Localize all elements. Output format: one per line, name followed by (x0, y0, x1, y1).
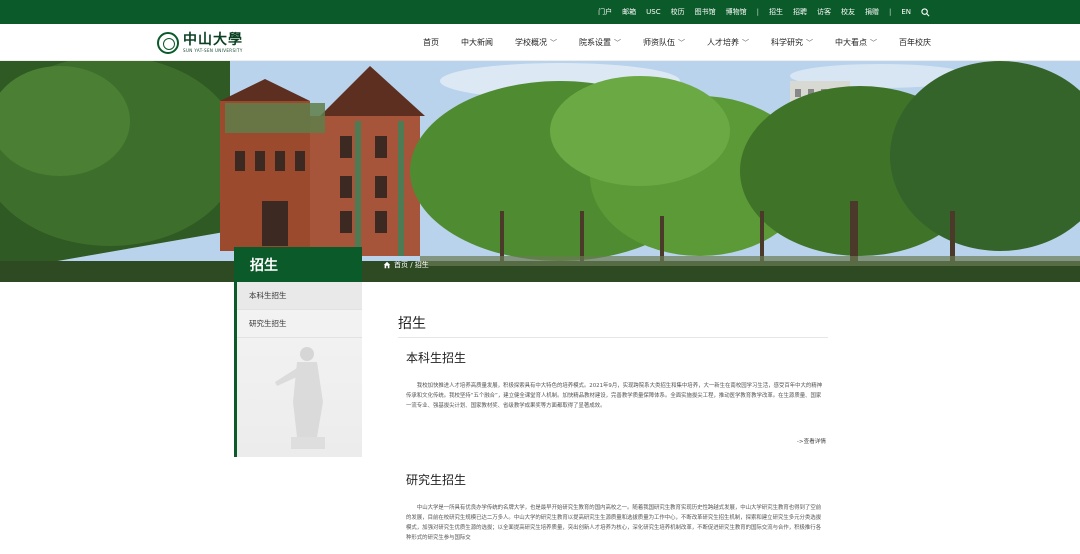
utility-link-calendar[interactable]: 校历 (671, 7, 685, 17)
utility-link-mail[interactable]: 邮箱 (622, 7, 636, 17)
nav-item-news[interactable]: 中大新闻 (450, 37, 504, 48)
utility-links: 门户 邮箱 USC 校历 图书馆 博物馆 | 招生 招聘 访客 校友 捐赠 | … (598, 0, 930, 24)
utility-link-usc[interactable]: USC (646, 8, 660, 16)
nav-item-education[interactable]: 人才培养 ﹀ (696, 37, 760, 48)
university-seal-icon (157, 32, 179, 54)
section-title: 招生 (250, 258, 278, 274)
view-details-link[interactable]: ->查看详情 (797, 437, 826, 445)
campus-scene-illustration (0, 61, 1080, 282)
main-navigation: 首页 中大新闻 学校概况 ﹀ 院系设置 ﹀ 师资队伍 ﹀ 人才培养 ﹀ 科学研究 ﹀ 中大… (412, 24, 942, 61)
language-switch[interactable]: EN (901, 8, 911, 16)
section-undergraduate: 本科生招生 我校加快推进人才培养高质量发展，积极探索具有中大特色的培养模式。20… (406, 349, 826, 445)
sidebar-item-label: 本科生招生 (249, 291, 287, 300)
chevron-down-icon: ﹀ (742, 38, 749, 47)
nav-item-research[interactable]: 科学研究 ﹀ (760, 37, 824, 48)
chevron-down-icon: ﹀ (614, 38, 621, 47)
utility-link-jobs[interactable]: 招聘 (793, 7, 807, 17)
nav-item-about[interactable]: 学校概况 ﹀ (504, 37, 568, 48)
section-paragraph: 我校加快推进人才培养高质量发展，积极探索具有中大特色的培养模式。2021年9月，… (406, 383, 823, 409)
nav-item-home[interactable]: 首页 (412, 37, 450, 48)
page-title: 招生 (398, 316, 426, 332)
home-icon[interactable] (383, 261, 391, 269)
nav-item-faculty[interactable]: 师资队伍 ﹀ (632, 37, 696, 48)
chevron-down-icon: ﹀ (678, 38, 685, 47)
main-header: 中山大學 SUN YAT-SEN UNIVERSITY 首页 中大新闻 学校概况… (0, 24, 1080, 61)
chevron-down-icon: ﹀ (870, 38, 877, 47)
chevron-down-icon: ﹀ (806, 38, 813, 47)
logo-english-name: SUN YAT-SEN UNIVERSITY (183, 48, 243, 53)
section-title-box: 招生 (234, 247, 362, 282)
sidebar-item-graduate[interactable]: 研究生招生 (237, 310, 362, 338)
utility-divider: | (756, 8, 759, 16)
section-paragraph: 中山大学是一所具有优良办学传统的名牌大学，也是最早开始研究生教育的国内高校之一。… (406, 505, 822, 541)
breadcrumb: 首页 / 招生 (383, 260, 429, 270)
nav-label: 师资队伍 (643, 38, 675, 47)
utility-link-library[interactable]: 图书馆 (695, 7, 716, 17)
breadcrumb-text[interactable]: 首页 / 招生 (394, 260, 429, 270)
section-graduate: 研究生招生 中山大学是一所具有优良办学传统的名牌大学，也是最早开始研究生教育的国… (406, 471, 826, 543)
sidebar-item-label: 研究生招生 (249, 319, 287, 328)
sidebar-item-undergraduate[interactable]: 本科生招生 (237, 282, 362, 310)
university-logo[interactable]: 中山大學 SUN YAT-SEN UNIVERSITY (157, 30, 243, 56)
nav-item-schools[interactable]: 院系设置 ﹀ (568, 37, 632, 48)
chevron-down-icon: ﹀ (550, 38, 557, 47)
nav-item-centennial[interactable]: 百年校庆 (888, 37, 942, 48)
utility-link-alumni[interactable]: 校友 (841, 7, 855, 17)
utility-link-portal[interactable]: 门户 (598, 7, 612, 17)
utility-link-visitors[interactable]: 访客 (817, 7, 831, 17)
nav-label: 首页 (423, 38, 439, 47)
statue-watermark-icon (275, 347, 325, 449)
logo-chinese-name: 中山大學 (183, 32, 243, 48)
search-icon[interactable] (921, 7, 930, 17)
sidebar-menu: 本科生招生 研究生招生 (234, 282, 362, 457)
main-content: 招生 本科生招生 我校加快推进人才培养高质量发展，积极探索具有中大特色的培养模式… (398, 313, 828, 541)
nav-label: 人才培养 (707, 38, 739, 47)
campus-banner-image (0, 61, 1080, 282)
section-heading[interactable]: 研究生招生 (406, 471, 826, 488)
nav-item-highlights[interactable]: 中大看点 ﹀ (824, 37, 888, 48)
title-divider (398, 337, 828, 338)
nav-label: 院系设置 (579, 38, 611, 47)
nav-label: 中大新闻 (461, 38, 493, 47)
top-utility-bar: 门户 邮箱 USC 校历 图书馆 博物馆 | 招生 招聘 访客 校友 捐赠 | … (0, 0, 1080, 24)
nav-label: 百年校庆 (899, 38, 931, 47)
section-heading[interactable]: 本科生招生 (406, 349, 826, 366)
nav-label: 中大看点 (835, 38, 867, 47)
nav-label: 学校概况 (515, 38, 547, 47)
utility-divider: | (888, 8, 892, 16)
utility-link-donate[interactable]: 捐赠 (865, 7, 879, 17)
nav-label: 科学研究 (771, 38, 803, 47)
utility-link-admissions[interactable]: 招生 (769, 7, 783, 17)
utility-link-museum[interactable]: 博物馆 (726, 7, 747, 17)
